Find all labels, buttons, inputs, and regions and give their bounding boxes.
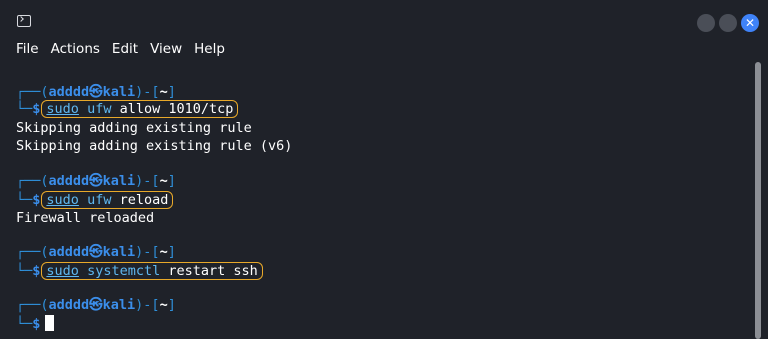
command-binary: ufw xyxy=(87,192,112,208)
scrollbar-thumb[interactable] xyxy=(755,62,761,339)
prompt-dir: ~ xyxy=(159,84,168,100)
prompt-open: ┌──( xyxy=(16,297,49,313)
menu-file[interactable]: File xyxy=(10,38,45,60)
prompt-open: ┌──( xyxy=(16,173,49,189)
prompt-open: ┌──( xyxy=(16,84,49,100)
prompt-close: ] xyxy=(167,244,176,260)
prompt-user-host: adddd㉿kali xyxy=(48,173,136,189)
command-highlight: sudo ufw allow 1010/tcp xyxy=(41,100,239,118)
command-args: allow 1010/tcp xyxy=(119,101,234,117)
menu-edit[interactable]: Edit xyxy=(106,38,144,60)
prompt-lead: └─ xyxy=(16,316,33,332)
prompt-lead: └─ xyxy=(16,192,33,208)
command-highlight: sudo ufw reload xyxy=(41,191,174,209)
prompt-close: ] xyxy=(167,297,176,313)
close-button[interactable]: ✕ xyxy=(741,14,759,32)
prompt-mid: )-[ xyxy=(135,297,160,313)
output-line: Skipping adding existing rule (v6) xyxy=(16,138,293,154)
command-sudo: sudo xyxy=(46,263,79,279)
command-args: reload xyxy=(119,192,169,208)
menu-view[interactable]: View xyxy=(144,38,188,60)
prompt-user-host: adddd㉿kali xyxy=(48,297,136,313)
title-bar: ✕ xyxy=(0,0,768,36)
menu-bar: File Actions Edit View Help xyxy=(10,38,231,60)
prompt-header: ┌──(adddd㉿kali)-[~] xyxy=(16,83,176,101)
output-line: Skipping adding existing rule xyxy=(16,120,252,136)
command-line: └─$ sudo systemctl restart ssh xyxy=(16,262,263,280)
command-binary: systemctl xyxy=(87,263,161,279)
prompt-user-host: adddd㉿kali xyxy=(48,84,136,100)
command-highlight: sudo systemctl restart ssh xyxy=(41,262,263,280)
command-line: └─$ sudo ufw reload xyxy=(16,191,174,209)
scrollbar[interactable] xyxy=(752,62,764,339)
prompt-lead: └─ xyxy=(16,263,33,279)
prompt-lead: └─ xyxy=(16,101,33,117)
maximize-button[interactable] xyxy=(719,14,737,32)
prompt-header: ┌──(adddd㉿kali)-[~] xyxy=(16,243,176,261)
active-command-line[interactable]: └─$ xyxy=(16,315,55,333)
prompt-dir: ~ xyxy=(159,173,168,189)
command-sudo: sudo xyxy=(46,101,79,117)
command-binary: ufw xyxy=(87,101,112,117)
prompt-open: ┌──( xyxy=(16,244,49,260)
command-line: └─$ sudo ufw allow 1010/tcp xyxy=(16,100,239,118)
command-sudo: sudo xyxy=(46,192,79,208)
terminal-window: ✕ File Actions Edit View Help ┌──(adddd㉿… xyxy=(0,0,768,339)
prompt-user-host: adddd㉿kali xyxy=(48,244,136,260)
menu-help[interactable]: Help xyxy=(188,38,231,60)
terminal-icon xyxy=(17,15,31,27)
prompt-header: ┌──(adddd㉿kali)-[~] xyxy=(16,172,176,190)
prompt-dir: ~ xyxy=(159,244,168,260)
prompt-dollar: $ xyxy=(32,263,41,279)
prompt-dir: ~ xyxy=(159,297,168,313)
prompt-mid: )-[ xyxy=(135,84,160,100)
prompt-dollar: $ xyxy=(32,101,41,117)
prompt-mid: )-[ xyxy=(135,244,160,260)
menu-actions[interactable]: Actions xyxy=(45,38,106,60)
text-cursor xyxy=(45,315,55,331)
prompt-header: ┌──(adddd㉿kali)-[~] xyxy=(16,296,176,314)
terminal-output[interactable]: ┌──(adddd㉿kali)-[~] └─$ sudo ufw allow 10… xyxy=(0,70,752,339)
prompt-close: ] xyxy=(167,84,176,100)
minimize-button[interactable] xyxy=(697,14,715,32)
prompt-dollar: $ xyxy=(32,316,41,332)
prompt-mid: )-[ xyxy=(135,173,160,189)
output-line: Firewall reloaded xyxy=(16,210,155,226)
command-args: restart ssh xyxy=(168,263,258,279)
prompt-dollar: $ xyxy=(32,192,41,208)
prompt-close: ] xyxy=(167,173,176,189)
